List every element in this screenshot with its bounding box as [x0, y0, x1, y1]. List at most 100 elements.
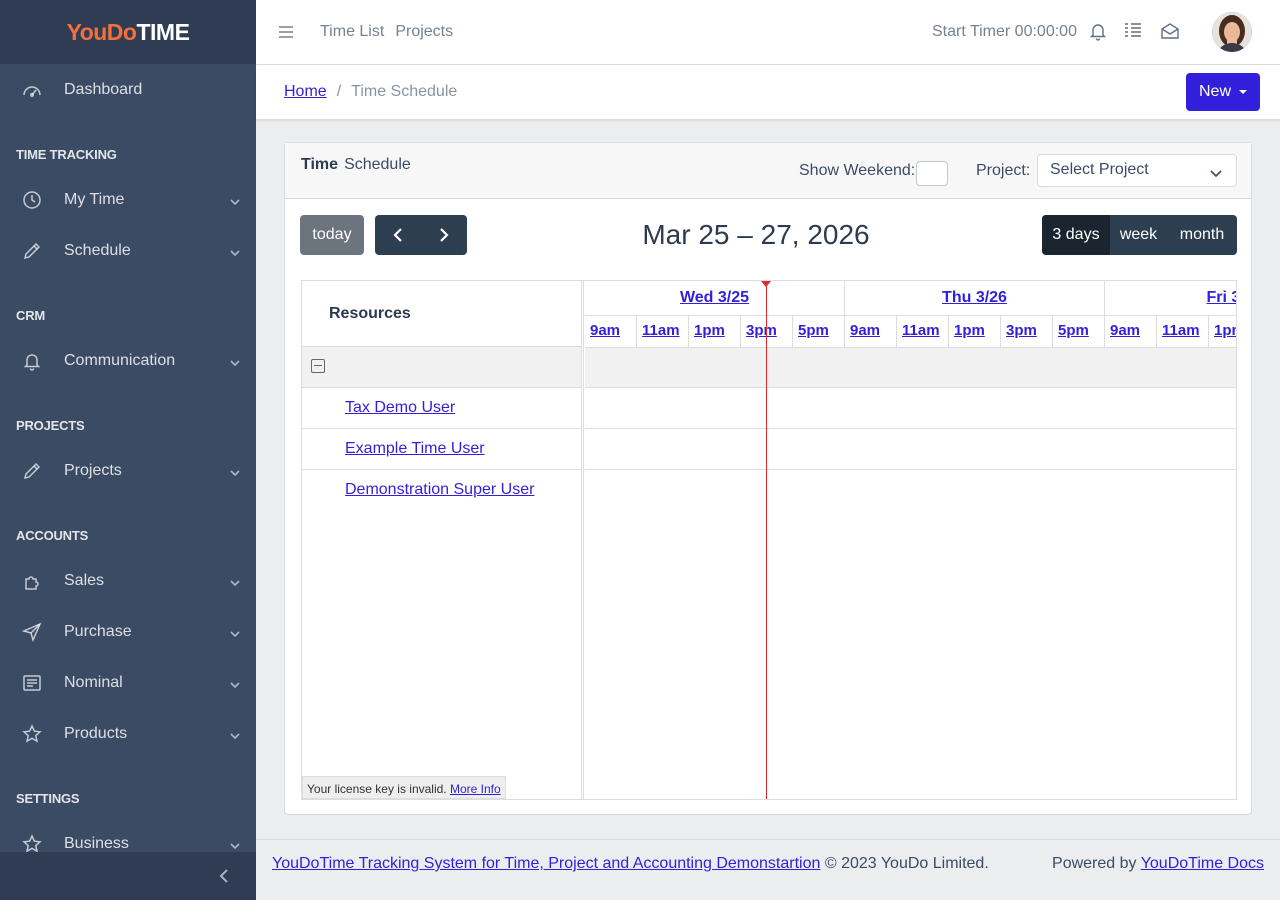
sidebar-section-title: ACCOUNTS: [16, 528, 89, 543]
hour-label[interactable]: 11am: [1162, 322, 1200, 339]
sidebar-minimizer[interactable]: [0, 852, 256, 900]
hour-label[interactable]: 9am: [590, 322, 620, 339]
brand-part2: TIME: [136, 18, 190, 45]
footer-copyright: © 2023 YouDo Limited.: [824, 855, 989, 872]
today-button[interactable]: today: [300, 215, 364, 255]
hour-label[interactable]: 1pm: [954, 322, 985, 339]
now-indicator-arrow: [761, 281, 771, 287]
resource-link[interactable]: Tax Demo User: [345, 399, 455, 417]
day-header: Thu 3/26: [845, 281, 1105, 315]
sidebar-item-my-time[interactable]: My Time: [0, 174, 256, 225]
footer-system-link[interactable]: YouDoTime Tracking System for Time, Proj…: [272, 855, 820, 872]
hour-header: 1pm: [1209, 316, 1236, 347]
chevron-down-icon: [1210, 165, 1222, 178]
hour-label[interactable]: 9am: [850, 322, 880, 339]
view-3-days-button[interactable]: 3 days: [1042, 215, 1110, 255]
resource-link[interactable]: Demonstration Super User: [345, 481, 534, 499]
sidebar-item-schedule[interactable]: Schedule: [0, 225, 256, 276]
hour-label[interactable]: 9am: [1110, 322, 1140, 339]
show-weekend-checkbox[interactable]: [916, 161, 948, 186]
hour-label[interactable]: 1pm: [1214, 322, 1236, 339]
new-button-label: New: [1198, 83, 1231, 100]
resource-timeline: Resources Tax Demo User Example Time Use…: [301, 280, 1237, 800]
new-dropdown-button[interactable]: New: [1186, 73, 1260, 111]
view-switcher: 3 days week month: [1042, 215, 1237, 255]
timeline-group-lane: [585, 347, 1236, 388]
sidebar-item-sales[interactable]: Sales: [0, 555, 256, 606]
hour-header-row: 9am 11am 1pm 3pm 5pm 9am 11am 1pm 3pm 5p…: [585, 315, 1236, 347]
day-link[interactable]: Thu 3/26: [845, 289, 1104, 307]
view-week-button[interactable]: week: [1110, 215, 1167, 255]
header-link-projects[interactable]: Projects: [395, 23, 453, 41]
chevron-right-icon: [440, 228, 449, 242]
sidebar-item-label: Nominal: [64, 673, 123, 691]
footer-right: Powered by YouDoTime Docs: [1052, 855, 1264, 873]
project-select[interactable]: Select Project: [1037, 154, 1237, 187]
pencil-icon: [22, 241, 42, 261]
footer-powered-by: Powered by: [1052, 855, 1137, 872]
envelope-open-icon[interactable]: [1160, 21, 1180, 41]
hour-header: 3pm: [1001, 316, 1053, 347]
sidebar: YouDo TIME Dashboard TIME TRACKING My Tim…: [0, 0, 256, 900]
header-link-time-list[interactable]: Time List: [320, 23, 384, 41]
hour-label[interactable]: 11am: [642, 322, 680, 339]
card-header: Time Schedule Show Weekend: Project: Sele…: [285, 143, 1251, 199]
hour-label[interactable]: 1pm: [694, 322, 725, 339]
hour-header: 9am: [585, 316, 637, 347]
chevron-down-icon: [230, 245, 240, 257]
hour-header: 11am: [897, 316, 949, 347]
sidebar-item-label: Purchase: [64, 622, 132, 640]
sidebar-item-projects[interactable]: Projects: [0, 445, 256, 496]
start-timer-button[interactable]: Start Timer 00:00:00: [932, 23, 1077, 41]
sidebar-item-label: Communication: [64, 351, 176, 369]
schedule-card: Time Schedule Show Weekend: Project: Sele…: [284, 142, 1252, 815]
sidebar-item-communication[interactable]: Communication: [0, 335, 256, 386]
sidebar-item-products[interactable]: Products: [0, 708, 256, 759]
timeline-lane[interactable]: [585, 429, 1236, 470]
collapse-icon[interactable]: [311, 359, 325, 373]
hamburger-menu-icon[interactable]: [278, 24, 294, 40]
brand-logo[interactable]: YouDo TIME: [0, 0, 256, 64]
top-header: Time List Projects Start Timer 00:00:00: [256, 0, 1280, 65]
sidebar-section-title: TIME TRACKING: [16, 147, 117, 162]
sidebar-item-purchase[interactable]: Purchase: [0, 606, 256, 657]
hour-header: 1pm: [689, 316, 741, 347]
prev-next-group: [375, 215, 467, 255]
chevron-down-icon: [230, 575, 240, 587]
sidebar-item-label: My Time: [64, 190, 125, 208]
hour-header: 1pm: [949, 316, 1001, 347]
breadcrumb-home[interactable]: Home: [284, 83, 327, 100]
footer-docs-link[interactable]: YouDoTime Docs: [1141, 855, 1264, 872]
calendar-title: Mar 25 – 27, 2026: [642, 219, 870, 250]
sidebar-item-nominal[interactable]: Nominal: [0, 657, 256, 708]
sidebar-item-business[interactable]: Business: [0, 818, 256, 852]
day-link[interactable]: Wed 3/25: [585, 289, 844, 307]
sidebar-item-label: Products: [64, 724, 128, 742]
hour-header: 9am: [845, 316, 897, 347]
hour-header: 5pm: [793, 316, 845, 347]
resource-link[interactable]: Example Time User: [345, 440, 485, 458]
avatar[interactable]: [1212, 12, 1252, 52]
timeline-grid: Wed 3/25 Thu 3/26 Fri 3/27 9am 11am 1pm …: [585, 281, 1236, 799]
hour-label[interactable]: 5pm: [798, 322, 829, 339]
chevron-left-icon: [393, 228, 402, 242]
hour-label[interactable]: 3pm: [746, 322, 777, 339]
header-nav: Time List Projects: [320, 23, 464, 41]
next-button[interactable]: [421, 215, 467, 255]
view-month-button[interactable]: month: [1167, 215, 1237, 255]
footer: YouDoTime Tracking System for Time, Proj…: [256, 839, 1280, 900]
resource-row: Example Time User: [302, 429, 581, 470]
breadcrumb: Home / Time Schedule: [284, 83, 458, 100]
hour-label[interactable]: 5pm: [1058, 322, 1089, 339]
hour-label[interactable]: 3pm: [1006, 322, 1037, 339]
task-list-icon[interactable]: [1123, 21, 1143, 41]
license-more-info-link[interactable]: More Info: [450, 782, 501, 796]
bell-icon[interactable]: [1088, 21, 1108, 41]
hour-label[interactable]: 11am: [902, 322, 940, 339]
timeline-lane[interactable]: [585, 388, 1236, 429]
bell-icon: [22, 351, 42, 371]
day-link[interactable]: Fri 3/27: [1105, 289, 1236, 307]
footer-left: YouDoTime Tracking System for Time, Proj…: [272, 855, 989, 873]
prev-button[interactable]: [375, 215, 421, 255]
sidebar-item-dashboard[interactable]: Dashboard: [0, 64, 256, 115]
